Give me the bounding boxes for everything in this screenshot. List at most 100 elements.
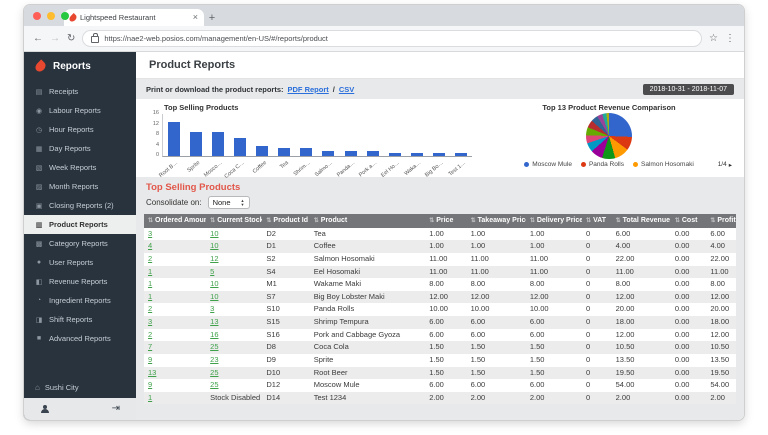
column-header[interactable]: ⇅ Cost	[670, 214, 707, 228]
total-revenue-cell: 10.50	[615, 342, 635, 352]
print-download-bar: Print or download the product reports: P…	[136, 79, 744, 99]
bar-x-label: Salmo…	[314, 160, 335, 179]
current-stock-cell[interactable]: 10	[206, 278, 262, 291]
sidebar-item-advanced-reports[interactable]: ■ Advanced Reports	[24, 329, 136, 348]
legend-pagination[interactable]: 1/4 ▸	[718, 161, 732, 169]
sidebar-item-receipts[interactable]: ▤ Receipts	[24, 82, 136, 101]
ordered-amount-cell[interactable]: 1	[144, 291, 206, 304]
column-header[interactable]: ⇅ Product Id	[262, 214, 310, 228]
ordered-amount-cell[interactable]: 2	[144, 329, 206, 342]
bookmark-star-icon[interactable]: ☆	[709, 33, 718, 44]
profit-cell: 20.00	[710, 304, 730, 314]
ordered-amount-cell[interactable]: 4	[144, 240, 206, 253]
sidebar-item-product-reports[interactable]: ▥ Product Reports	[24, 215, 136, 234]
current-stock-cell[interactable]: 3	[206, 303, 262, 316]
sidebar-item-hour-reports[interactable]: ◷ Hour Reports	[24, 120, 136, 139]
sidebar-item-label: Hour Reports	[49, 125, 94, 134]
address-bar[interactable]: https://nae2-web.posios.com/management/e…	[82, 30, 703, 47]
current-stock-cell[interactable]: 25	[206, 367, 262, 380]
column-header[interactable]: ⇅ Price	[425, 214, 467, 228]
ordered-amount-cell[interactable]: 3	[144, 316, 206, 329]
vat-cell: 0	[586, 329, 591, 339]
consolidate-select[interactable]: None ▲ ▼	[207, 196, 250, 209]
column-header[interactable]: ⇅ Current Stock	[206, 214, 263, 228]
sort-icon: ⇅	[710, 218, 716, 224]
sidebar-item-day-reports[interactable]: ▦ Day Reports	[24, 139, 136, 158]
date-range-badge[interactable]: 2018-10-31 - 2018-11-07	[642, 83, 734, 95]
csv-link[interactable]: CSV	[339, 85, 354, 94]
closing-reports-icon: ▣	[35, 202, 43, 210]
location-selector[interactable]: ⌂ Sushi City	[24, 379, 136, 395]
profit-cell: 19.50	[710, 367, 730, 377]
current-stock-cell[interactable]: 25	[206, 379, 262, 392]
column-header[interactable]: ⇅ Total Revenue	[611, 214, 671, 228]
sidebar-item-closing-reports[interactable]: ▣ Closing Reports (2)	[24, 196, 136, 215]
logout-icon[interactable]: ⇥	[112, 404, 120, 414]
column-header[interactable]: ⇅ VAT	[582, 214, 612, 228]
delivery-price-cell: 11.00	[529, 253, 549, 263]
ordered-amount-cell[interactable]: 2	[144, 253, 206, 266]
product-id-cell: S10	[266, 304, 280, 314]
column-header[interactable]: ⇅ Ordered Amount	[144, 214, 207, 228]
sidebar-item-shift-reports[interactable]: ◨ Shift Reports	[24, 310, 136, 329]
sidebar-item-user-reports[interactable]: ● User Reports	[24, 253, 136, 272]
current-stock-cell[interactable]: 13	[206, 316, 262, 329]
vat-cell: 0	[586, 317, 591, 327]
minimize-window-button[interactable]	[47, 12, 55, 20]
ordered-amount-cell[interactable]: 13	[144, 367, 206, 380]
column-header[interactable]: ⇅ Product	[309, 214, 426, 228]
product-cell: Test 1234	[313, 392, 347, 402]
current-stock-cell[interactable]: 10	[206, 228, 262, 241]
tab-close-icon[interactable]: ×	[193, 13, 198, 22]
sidebar-item-labour-reports[interactable]: ◉ Labour Reports	[24, 101, 136, 120]
column-header[interactable]: ⇅ Takeaway Price	[466, 214, 526, 228]
profit-cell: 4.00	[710, 241, 725, 251]
current-stock-cell[interactable]: 10	[206, 291, 262, 304]
sidebar-item-ingredient-reports[interactable]: ◔ Ingredient Reports	[24, 291, 136, 310]
current-stock-cell[interactable]: 12	[206, 253, 262, 266]
reload-icon[interactable]: ↻	[67, 33, 75, 44]
bar-x-label: Root B…	[158, 160, 180, 179]
browser-tab[interactable]: Lightspeed Restaurant ×	[64, 9, 204, 26]
sort-icon: ⇅	[674, 218, 680, 224]
total-revenue-cell: 13.50	[615, 354, 635, 364]
zoom-window-button[interactable]	[61, 12, 69, 20]
new-tab-button[interactable]: +	[204, 12, 220, 24]
sort-icon: ⇅	[529, 218, 535, 224]
forward-icon[interactable]: →	[50, 33, 60, 44]
current-stock-cell[interactable]: 23	[206, 354, 262, 367]
bar	[278, 148, 291, 156]
ordered-amount-cell[interactable]: 7	[144, 341, 206, 354]
column-header[interactable]: ⇅ Profit	[706, 214, 736, 228]
ordered-amount-cell[interactable]: 1	[144, 278, 206, 291]
labour-reports-icon: ◉	[35, 107, 43, 115]
ordered-amount-cell[interactable]: 1	[144, 266, 206, 279]
profit-cell: 22.00	[710, 253, 730, 263]
legend-next-icon[interactable]: ▸	[729, 161, 732, 169]
current-stock-cell[interactable]: 16	[206, 329, 262, 342]
browser-menu-icon[interactable]: ⋮	[725, 33, 735, 44]
ordered-amount-cell[interactable]: 3	[144, 228, 206, 241]
ordered-amount-cell[interactable]: 9	[144, 354, 206, 367]
vat-cell: 0	[586, 266, 591, 276]
column-header[interactable]: ⇅ Delivery Price	[525, 214, 583, 228]
sidebar-item-week-reports[interactable]: ▧ Week Reports	[24, 158, 136, 177]
pdf-report-link[interactable]: PDF Report	[288, 85, 329, 94]
sidebar-item-revenue-reports[interactable]: ◧ Revenue Reports	[24, 272, 136, 291]
close-window-button[interactable]	[33, 12, 41, 20]
ordered-amount-cell[interactable]: 2	[144, 303, 206, 316]
https-lock-icon	[91, 33, 100, 43]
user-profile-icon[interactable]	[40, 404, 49, 414]
cost-cell: 0.00	[674, 354, 690, 364]
price-cell: 11.00	[429, 253, 448, 263]
back-icon[interactable]: ←	[33, 33, 43, 44]
product-cell: Sprite	[313, 354, 334, 364]
current-stock-cell[interactable]: 25	[206, 341, 262, 354]
sidebar-item-category-reports[interactable]: ▩ Category Reports	[24, 234, 136, 253]
ordered-amount-cell[interactable]: 1	[144, 392, 206, 405]
sidebar-item-month-reports[interactable]: ▨ Month Reports	[24, 177, 136, 196]
table-row: 9 23 D9 Sprite 1.50 1.50 1.50 0 13.50 0.00 13.50	[144, 354, 736, 367]
ordered-amount-cell[interactable]: 9	[144, 379, 206, 392]
current-stock-cell[interactable]: 5	[206, 266, 262, 279]
current-stock-cell[interactable]: 10	[206, 240, 262, 253]
